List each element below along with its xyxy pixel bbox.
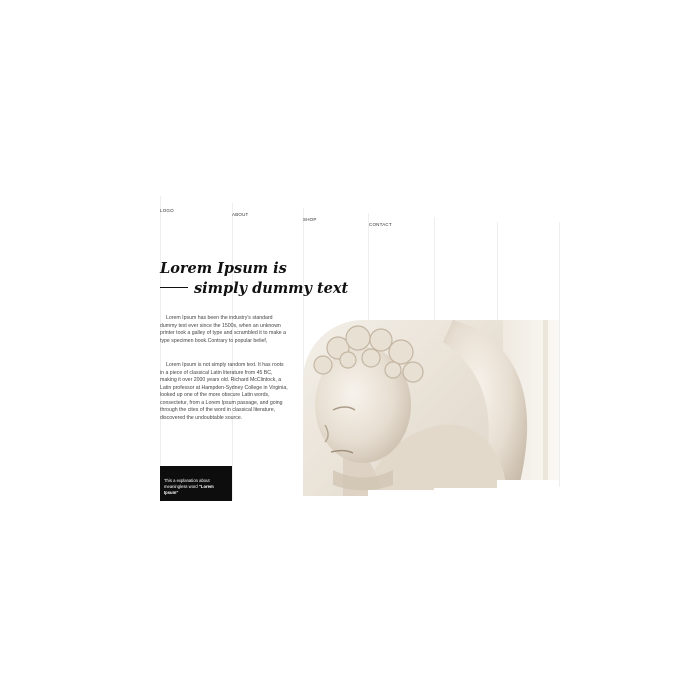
hero-paragraph-1: Lorem Ipsum has been the industry's stan… xyxy=(160,315,287,344)
image-gap xyxy=(434,488,497,496)
logo[interactable]: LOGO xyxy=(160,208,174,213)
nav-shop-link[interactable]: SHOP xyxy=(303,217,317,222)
nav-contact-link[interactable]: CONTACT xyxy=(369,222,392,227)
layout-strip-2 xyxy=(232,203,304,500)
heading-dash xyxy=(160,287,188,288)
statue-illustration xyxy=(313,320,559,496)
hero-paragraph-2: Lorem Ipsum is not simply random text. I… xyxy=(160,362,288,421)
hero-heading: Lorem Ipsum is simply dummy text xyxy=(160,259,360,299)
page: LOGO ABOUT SHOP CONTACT Lorem Ipsum is s… xyxy=(0,0,700,700)
hero-heading-line2: simply dummy text xyxy=(194,280,349,297)
caption-box: This a explanation about meaningless wor… xyxy=(160,466,232,501)
image-gap xyxy=(368,490,434,496)
image-gap xyxy=(497,480,559,496)
nav-about-link[interactable]: ABOUT xyxy=(232,212,249,217)
hero-heading-line1: Lorem Ipsum is xyxy=(160,260,287,277)
layout-strip-1 xyxy=(160,196,233,502)
statue-image xyxy=(303,320,559,496)
